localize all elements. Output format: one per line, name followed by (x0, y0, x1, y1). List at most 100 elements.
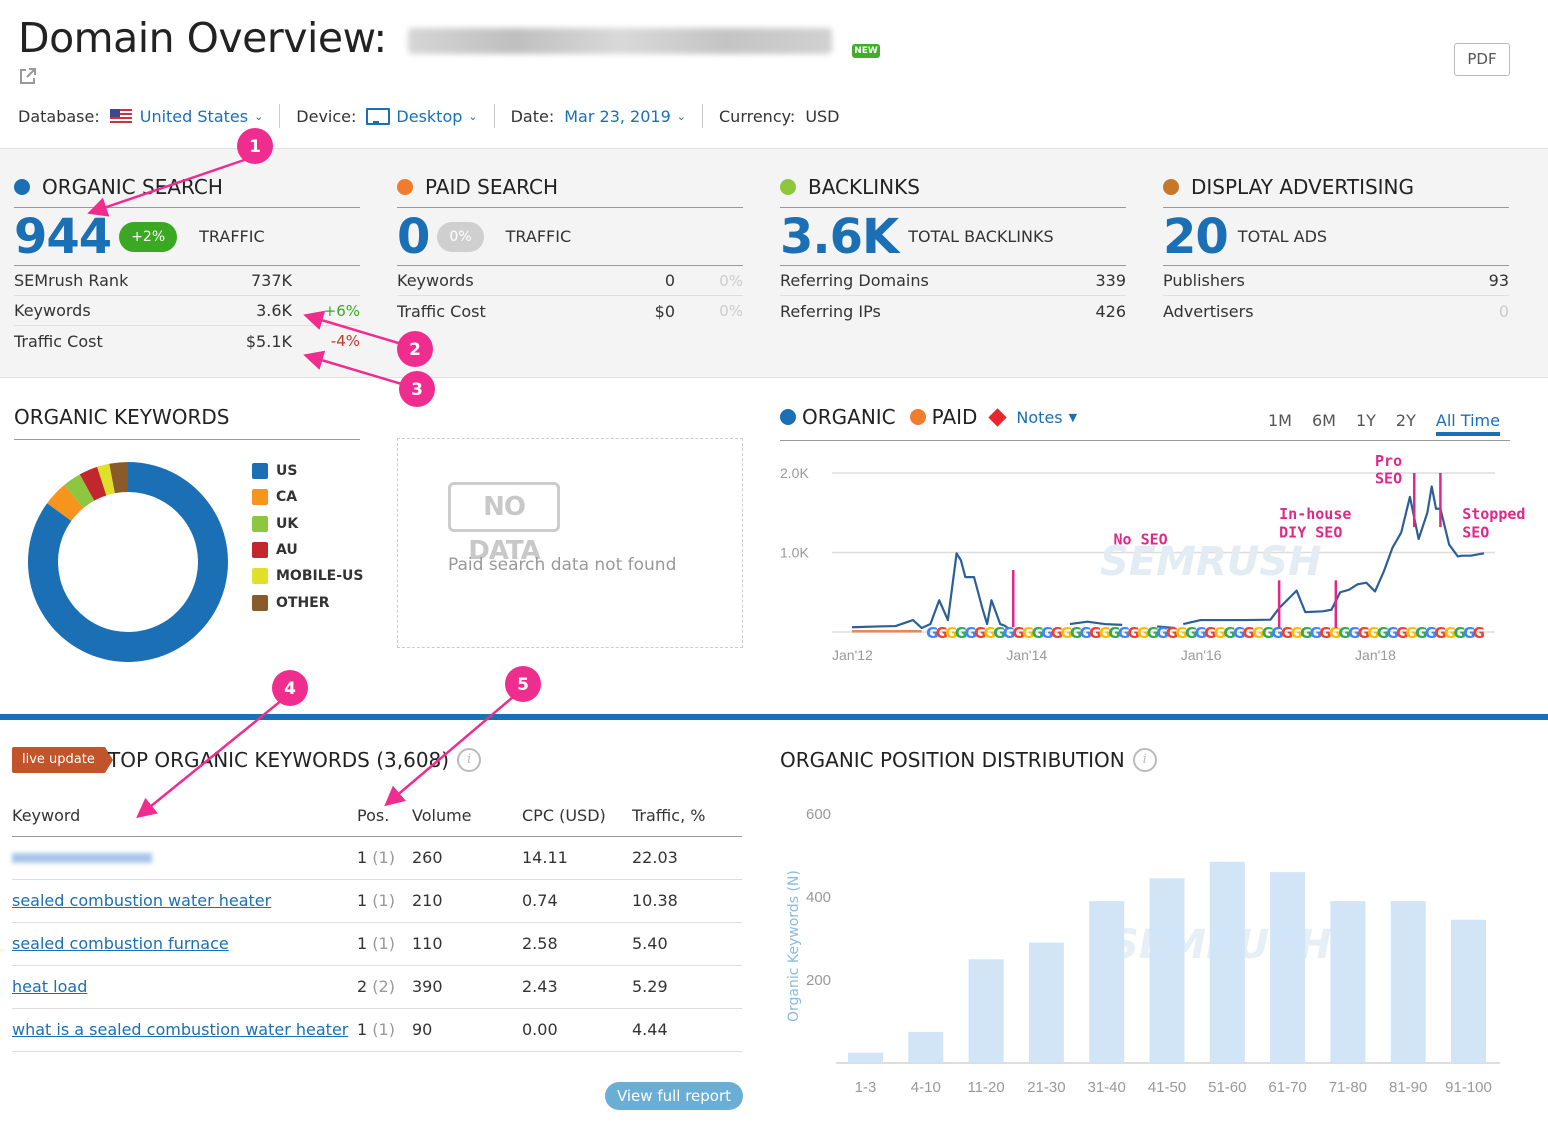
range-tab-all-time[interactable]: All Time (1435, 411, 1500, 436)
card-title[interactable]: ORGANIC SEARCH (42, 175, 223, 199)
position-distribution-bar-chart: Organic Keywords (N)200400600SEMRUSH1-34… (786, 806, 1500, 1096)
x-tick-label: 11-20 (967, 1079, 1004, 1096)
notes-diamond-icon (988, 407, 1008, 427)
top-keywords-header: TOP ORGANIC KEYWORDS (3,608) i (108, 748, 482, 772)
stat-value[interactable]: 426 (1095, 302, 1126, 321)
previous-position: (1) (372, 1020, 395, 1039)
trend-legend: ORGANIC PAID Notes ▼ (780, 405, 1091, 429)
column-header-keyword[interactable]: Keyword (12, 796, 357, 837)
range-tab-1m[interactable]: 1M (1268, 411, 1292, 436)
legend-item[interactable]: US (252, 458, 363, 484)
volume-cell: 210 (412, 879, 522, 923)
donut-legend: US CA UK AU MOBILE-US OTHER (252, 458, 363, 616)
traffic-row: 0 0% TRAFFIC (397, 208, 743, 266)
legend-paid[interactable]: PAID (909, 405, 977, 429)
stat-value[interactable]: 339 (1095, 271, 1126, 290)
stat-label: Referring IPs (780, 301, 881, 321)
bar-91-100[interactable] (1451, 919, 1486, 1063)
database-value: United States (139, 106, 249, 126)
keyword-link[interactable]: sealed combustion water heater (12, 891, 271, 910)
column-header-cpc[interactable]: CPC (USD) (522, 796, 632, 837)
info-icon[interactable]: i (457, 748, 482, 772)
total-backlinks-label: TOTAL BACKLINKS (908, 227, 1054, 246)
domain-name-blurred (408, 28, 832, 54)
bar-81-90[interactable] (1390, 901, 1426, 1063)
bar-11-20[interactable] (968, 959, 1004, 1063)
legend-item[interactable]: OTHER (252, 589, 363, 615)
card-title[interactable]: BACKLINKS (808, 175, 920, 199)
legend-item[interactable]: AU (252, 537, 363, 563)
legend-item[interactable]: UK (252, 511, 363, 537)
stat-label: Referring Domains (780, 271, 929, 290)
table-row: sealed combustion furnace 1 (1) 110 2.58 5.4… (12, 922, 742, 966)
range-tab-2y[interactable]: 2Y (1396, 411, 1416, 436)
position-value: 1 (357, 848, 373, 867)
view-full-report-button[interactable]: View full report (605, 1082, 743, 1110)
bar-71-80[interactable] (1330, 901, 1366, 1063)
bar-41-50[interactable] (1149, 878, 1185, 1063)
stat-value[interactable]: $5.1K (246, 332, 292, 351)
volume-cell: 390 (412, 965, 522, 1009)
notes-dropdown[interactable]: Notes ▼ (988, 407, 1077, 427)
position-cell: 1 (1) (357, 922, 412, 966)
annotation-label: Pro (1375, 452, 1402, 470)
legend-item[interactable]: CA (252, 484, 363, 510)
card-header: BACKLINKS (780, 175, 1126, 208)
traffic-row: 944 +2% TRAFFIC (14, 208, 360, 266)
google-update-marker[interactable]: G (1473, 624, 1485, 642)
organic-series-line[interactable] (851, 552, 1010, 630)
bar-1-3[interactable] (848, 1052, 883, 1063)
card-title[interactable]: DISPLAY ADVERTISING (1191, 175, 1414, 199)
legend-item[interactable]: MOBILE-US (252, 563, 363, 589)
range-tab-6m[interactable]: 6M (1312, 411, 1336, 436)
bar-21-30[interactable] (1028, 942, 1064, 1063)
y-axis-label: Organic Keywords (N) (786, 870, 802, 1022)
keyword-link[interactable]: heat load (12, 977, 87, 996)
database-select[interactable]: United States ⌄ (109, 106, 264, 126)
keyword-cell: what is a sealed combustion water heater (12, 1008, 357, 1052)
stat-value[interactable]: 0 (1499, 302, 1509, 321)
pdf-export-button[interactable]: PDF (1454, 43, 1510, 76)
traffic-label: TRAFFIC (505, 227, 572, 246)
card-title[interactable]: PAID SEARCH (425, 175, 558, 199)
external-link-icon[interactable] (18, 66, 38, 86)
position-distribution-header: ORGANIC POSITION DISTRIBUTION i (780, 748, 1157, 772)
bar-61-70[interactable] (1270, 872, 1306, 1063)
stat-value[interactable]: 3.6K (256, 301, 292, 320)
keyword-link[interactable]: sealed combustion furnace (12, 934, 229, 953)
stat-value[interactable]: 93 (1489, 271, 1509, 290)
stat-value[interactable]: 0 (665, 271, 675, 290)
bar-4-10[interactable] (908, 1031, 944, 1063)
total-ads-value[interactable]: 20 (1163, 209, 1229, 265)
legend-swatch (252, 489, 268, 506)
paid-dot-icon (397, 179, 413, 195)
column-header-volume[interactable]: Volume (412, 796, 522, 837)
organic-traffic-value[interactable]: 944 (14, 209, 112, 265)
table-row: sealed combustion water heater 1 (1) 210 0.… (12, 879, 742, 923)
top-keywords-title[interactable]: TOP ORGANIC KEYWORDS (3,608) (108, 748, 449, 772)
x-tick-label: 4-10 (911, 1079, 941, 1096)
date-select[interactable]: Mar 23, 2019 ⌄ (564, 107, 686, 126)
bar-31-40[interactable] (1089, 901, 1125, 1063)
range-tab-1y[interactable]: 1Y (1356, 411, 1376, 436)
column-header-traffic[interactable]: Traffic, % (632, 796, 742, 837)
bar-51-60[interactable] (1209, 861, 1245, 1063)
device-label: Device: (296, 106, 357, 126)
device-value: Desktop (396, 106, 463, 126)
total-backlinks-value[interactable]: 3.6K (780, 209, 899, 265)
legend-label: MOBILE-US (276, 568, 364, 585)
annotation-marker-number: 5 (517, 675, 529, 695)
stat-value[interactable]: 737K (251, 271, 292, 290)
info-icon[interactable]: i (1132, 748, 1157, 772)
column-header-position[interactable]: Pos. (357, 796, 412, 837)
stat-value[interactable]: $0 (655, 302, 675, 321)
paid-traffic-value[interactable]: 0 (397, 209, 430, 265)
x-tick-label: Jan'12 (832, 647, 873, 663)
y-tick-label: 400 (806, 889, 831, 906)
legend-organic[interactable]: ORGANIC (780, 405, 896, 429)
divider (702, 104, 703, 128)
keyword-link[interactable]: what is a sealed combustion water heater (12, 1020, 348, 1039)
chevron-down-icon: ⌄ (254, 109, 264, 123)
keyword-link-blurred[interactable] (12, 853, 152, 863)
device-select[interactable]: Desktop ⌄ (366, 106, 478, 126)
